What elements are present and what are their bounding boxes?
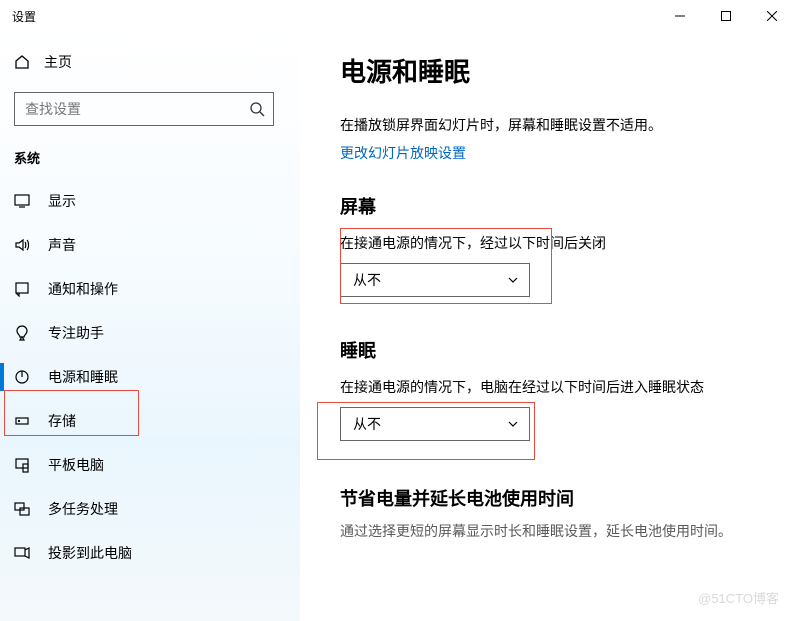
- chevron-down-icon: [507, 418, 519, 430]
- screen-heading: 屏幕: [340, 193, 765, 219]
- content-area: 电源和睡眠 在播放锁屏界面幻灯片时，屏幕和睡眠设置不适用。 更改幻灯片放映设置 …: [300, 32, 795, 621]
- screen-label: 在接通电源的情况下，经过以下时间后关闭: [340, 233, 765, 253]
- sleep-timeout-value: 从不: [353, 414, 381, 434]
- sleep-label: 在接通电源的情况下，电脑在经过以下时间后进入睡眠状态: [340, 377, 765, 397]
- screen-timeout-value: 从不: [353, 270, 381, 290]
- sleep-timeout-select[interactable]: 从不: [340, 407, 530, 441]
- window-titlebar: 设置: [0, 0, 795, 32]
- focus-icon: [14, 325, 30, 341]
- battery-heading: 节省电量并延长电池使用时间: [340, 485, 765, 511]
- sidebar-item-sound[interactable]: 声音: [0, 225, 288, 265]
- sidebar-item-tablet[interactable]: 平板电脑: [0, 445, 288, 485]
- sidebar-item-label: 存储: [48, 411, 76, 431]
- search-placeholder: 查找设置: [25, 99, 81, 119]
- sidebar: 主页 查找设置 系统 显示 声音 通知和操作 专注助手 电源和睡眠: [0, 32, 300, 621]
- notifications-icon: [14, 281, 30, 297]
- sidebar-item-notifications[interactable]: 通知和操作: [0, 269, 288, 309]
- project-icon: [14, 545, 30, 561]
- sleep-heading: 睡眠: [340, 337, 765, 363]
- tablet-icon: [14, 457, 30, 473]
- sidebar-item-focus[interactable]: 专注助手: [0, 313, 288, 353]
- close-button[interactable]: [749, 0, 795, 32]
- sidebar-item-storage[interactable]: 存储: [0, 401, 288, 441]
- slideshow-settings-link[interactable]: 更改幻灯片放映设置: [340, 143, 765, 163]
- slideshow-note: 在播放锁屏界面幻灯片时，屏幕和睡眠设置不适用。: [340, 115, 765, 135]
- sidebar-item-label: 平板电脑: [48, 455, 104, 475]
- page-title: 电源和睡眠: [340, 52, 765, 89]
- window-title: 设置: [12, 8, 36, 25]
- chevron-down-icon: [507, 274, 519, 286]
- sidebar-item-label: 投影到此电脑: [48, 543, 132, 563]
- section-title: 系统: [14, 148, 288, 167]
- sidebar-item-power[interactable]: 电源和睡眠: [0, 357, 288, 397]
- sidebar-item-label: 专注助手: [48, 323, 104, 343]
- maximize-button[interactable]: [703, 0, 749, 32]
- home-nav[interactable]: 主页: [0, 42, 288, 82]
- home-label: 主页: [44, 52, 72, 72]
- storage-icon: [14, 413, 30, 429]
- sidebar-item-label: 多任务处理: [48, 499, 118, 519]
- sidebar-item-label: 电源和睡眠: [48, 367, 118, 387]
- power-icon: [14, 369, 30, 385]
- sound-icon: [14, 237, 30, 253]
- search-icon: [249, 101, 265, 117]
- sidebar-item-label: 通知和操作: [48, 279, 118, 299]
- sidebar-item-label: 声音: [48, 235, 76, 255]
- sidebar-item-label: 显示: [48, 191, 76, 211]
- display-icon: [14, 193, 30, 209]
- battery-description: 通过选择更短的屏幕显示时长和睡眠设置，延长电池使用时间。: [340, 521, 765, 541]
- sidebar-item-display[interactable]: 显示: [0, 181, 288, 221]
- search-input[interactable]: 查找设置: [14, 92, 274, 126]
- minimize-button[interactable]: [657, 0, 703, 32]
- home-icon: [14, 54, 30, 70]
- multitask-icon: [14, 501, 30, 517]
- sidebar-item-project[interactable]: 投影到此电脑: [0, 533, 288, 573]
- screen-timeout-select[interactable]: 从不: [340, 263, 530, 297]
- sidebar-item-multitask[interactable]: 多任务处理: [0, 489, 288, 529]
